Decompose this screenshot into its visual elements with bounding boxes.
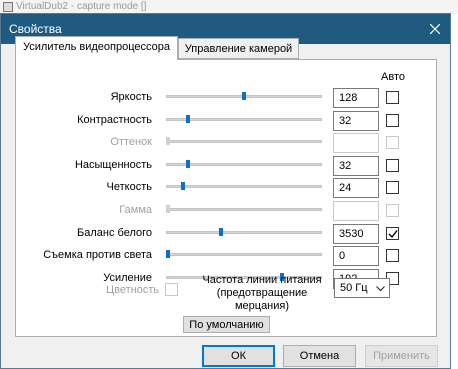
property-slider-track <box>166 208 322 211</box>
apply-button[interactable]: Применить <box>365 345 438 367</box>
property-label: Гамма <box>119 204 152 216</box>
auto-checkbox <box>386 204 399 217</box>
color-checkbox[interactable] <box>165 283 178 296</box>
cancel-button[interactable]: Отмена <box>283 345 356 367</box>
auto-checkbox[interactable] <box>386 159 399 172</box>
auto-checkbox[interactable] <box>386 114 399 127</box>
color-label: Цветность <box>106 284 160 296</box>
auto-checkbox[interactable] <box>386 227 399 240</box>
property-slider-thumb <box>166 205 170 213</box>
app-icon <box>3 2 13 12</box>
property-value-field[interactable]: 128 <box>333 88 379 108</box>
background-window-strip: VirtualDub2 - capture mode [] <box>0 0 458 14</box>
property-slider-track[interactable] <box>166 253 322 256</box>
power-line-frequency-select[interactable]: 50 Гц <box>334 278 390 298</box>
default-button[interactable]: По умолчанию <box>183 316 270 333</box>
property-value-field <box>333 201 379 221</box>
power-line-label-line3: мерцания) <box>234 300 290 312</box>
property-label: Усиление <box>103 272 152 284</box>
property-slider-track[interactable] <box>166 231 322 234</box>
auto-column-header: Авто <box>381 71 405 83</box>
dialog-title: Свойства <box>9 22 62 36</box>
property-label: Оттенок <box>110 136 152 148</box>
property-slider-thumb[interactable] <box>166 250 170 258</box>
property-slider-track <box>166 140 322 143</box>
auto-checkbox[interactable] <box>386 91 399 104</box>
property-value-field[interactable]: 3530 <box>333 224 379 244</box>
property-value-field[interactable]: 0 <box>333 246 379 266</box>
property-label: Насыщенность <box>74 159 152 171</box>
property-label: Баланс белого <box>77 227 152 239</box>
checkmark-icon <box>388 230 398 239</box>
property-slider-thumb[interactable] <box>186 160 190 168</box>
ok-button[interactable]: ОК <box>202 345 275 367</box>
power-line-label-line2: (предотвращение <box>216 287 308 299</box>
tab-video-amplifier[interactable]: Усилитель видеопроцессора <box>15 36 178 60</box>
property-slider-thumb[interactable] <box>242 92 246 100</box>
property-label: Яркость <box>110 91 152 103</box>
background-window-title: VirtualDub2 - capture mode [] <box>16 1 147 12</box>
auto-checkbox[interactable] <box>386 249 399 262</box>
close-icon <box>430 24 440 34</box>
property-value-field[interactable]: 32 <box>333 111 379 131</box>
property-slider-thumb <box>166 137 170 145</box>
power-line-frequency-label: Частота линии питания (предотвращение ме… <box>199 274 325 313</box>
auto-checkbox[interactable] <box>386 181 399 194</box>
property-value-field[interactable]: 32 <box>333 156 379 176</box>
property-slider-thumb[interactable] <box>181 182 185 190</box>
property-slider-track[interactable] <box>166 185 322 188</box>
property-label: Четкость <box>106 181 152 193</box>
property-label: Контрастность <box>77 114 152 126</box>
property-value-field <box>333 133 379 153</box>
tab-camera-control[interactable]: Управление камерой <box>178 38 299 59</box>
auto-checkbox <box>386 136 399 149</box>
close-button[interactable] <box>420 14 450 44</box>
power-line-label-line1: Частота линии питания <box>202 274 322 286</box>
property-slider-thumb[interactable] <box>186 115 190 123</box>
property-label: Съемка против света <box>43 249 152 261</box>
chevron-down-icon <box>376 286 385 292</box>
power-line-frequency-value: 50 Гц <box>340 282 368 294</box>
property-slider-thumb[interactable] <box>219 228 223 236</box>
property-value-field[interactable]: 24 <box>333 178 379 198</box>
